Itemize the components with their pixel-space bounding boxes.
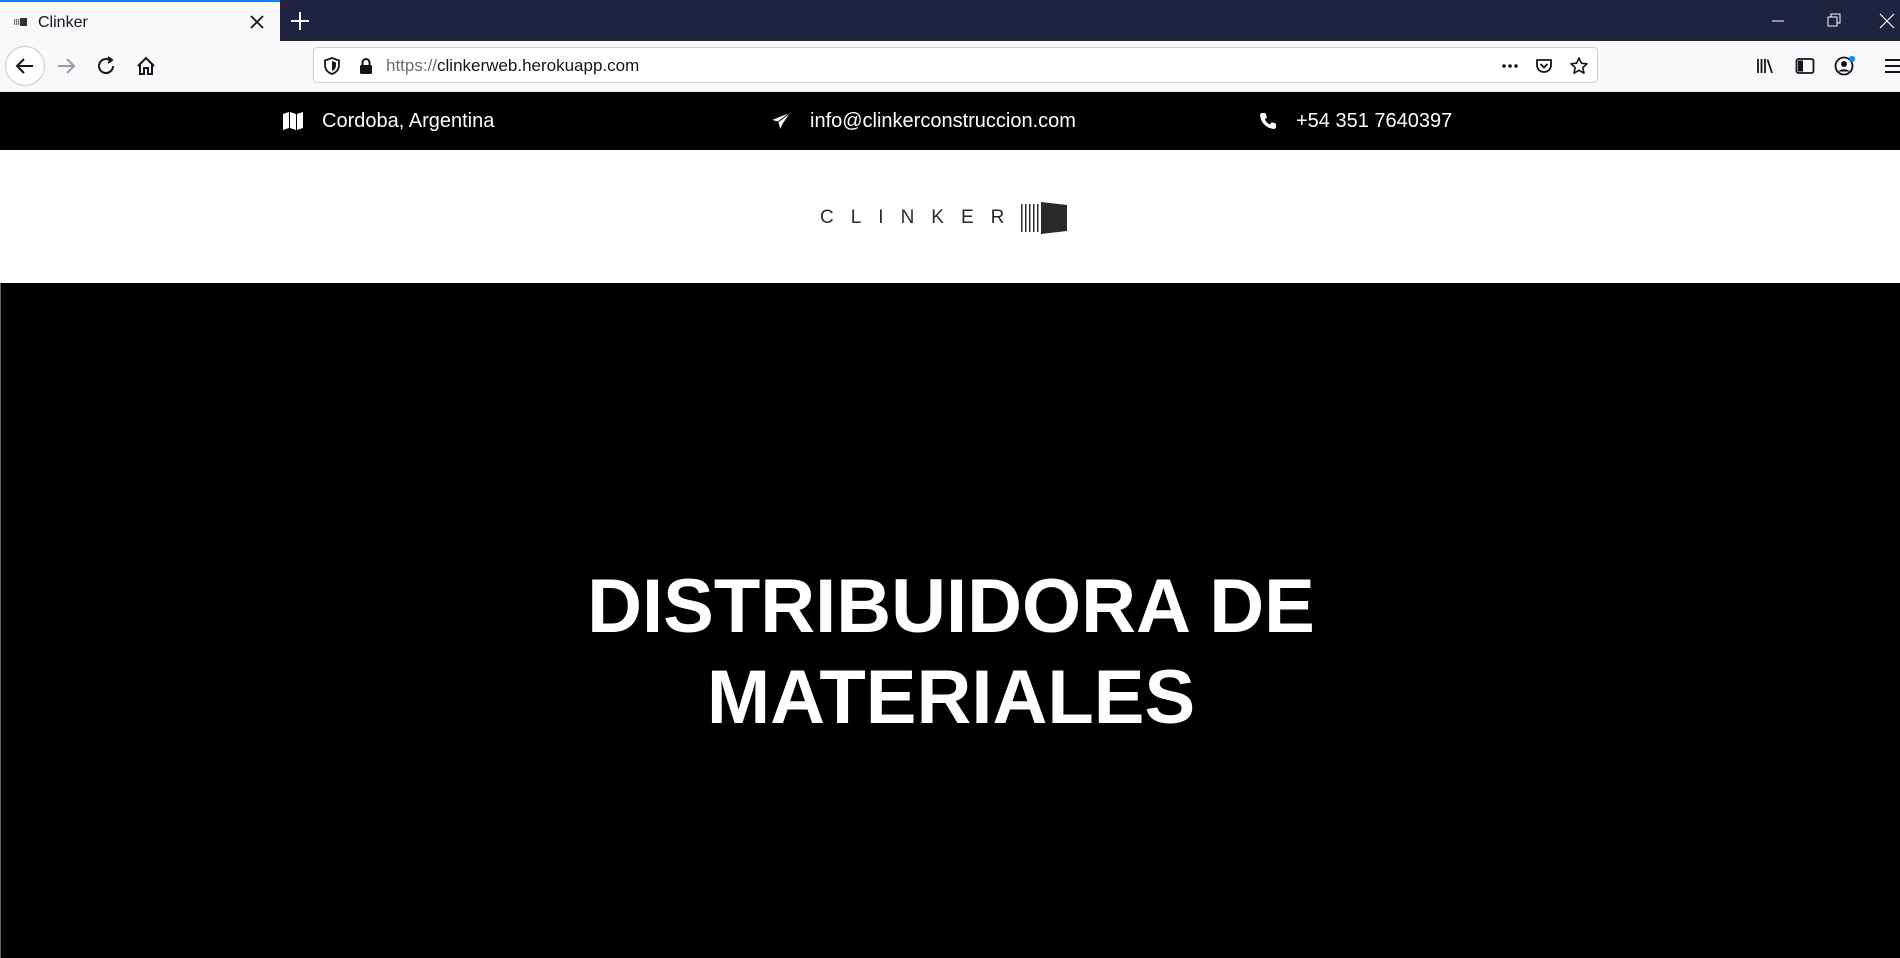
library-icon: [1757, 59, 1773, 74]
library-button[interactable]: [1748, 49, 1782, 83]
home-button[interactable]: [129, 49, 163, 83]
back-arrow-icon: [15, 58, 33, 74]
site-header: CLINKER: [0, 150, 1900, 283]
reload-button[interactable]: [89, 49, 123, 83]
location-text: Cordoba, Argentina: [322, 109, 495, 132]
account-button[interactable]: [1828, 49, 1862, 83]
nav-bar: https://clinkerweb.herokuapp.com: [0, 41, 1900, 92]
hero-title-line1: DISTRIBUIDORA DE: [587, 564, 1315, 649]
phone-link[interactable]: +54 351 7640397: [1296, 110, 1452, 133]
url-bar[interactable]: https://clinkerweb.herokuapp.com: [313, 47, 1598, 83]
lock-icon[interactable]: [356, 56, 376, 76]
tab-strip: Clinker: [0, 0, 1900, 41]
clinker-logo[interactable]: CLINKER: [820, 198, 1069, 238]
minimize-icon[interactable]: [1765, 8, 1791, 34]
location-info: Cordoba, Argentina: [282, 92, 494, 150]
star-icon[interactable]: [1569, 56, 1589, 76]
account-icon: [1834, 56, 1855, 76]
map-icon: [283, 112, 303, 130]
phone-info[interactable]: +54 351 7640397: [1258, 92, 1452, 150]
url-text[interactable]: https://clinkerweb.herokuapp.com: [386, 56, 639, 76]
email-link[interactable]: info@clinkerconstruccion.com: [810, 110, 1076, 133]
hero-title-line2: MATERIALES: [706, 655, 1196, 740]
url-scheme: https://: [386, 56, 438, 75]
close-window-icon[interactable]: [1874, 8, 1900, 34]
contact-info-bar: Cordoba, Argentina info@clinkerconstrucc…: [0, 92, 1900, 150]
sidebar-button[interactable]: [1788, 49, 1822, 83]
menu-icon: [1885, 59, 1900, 73]
email-info[interactable]: info@clinkerconstruccion.com: [770, 92, 1076, 150]
url-host: clinkerweb.herokuapp.com: [437, 56, 640, 75]
pocket-icon[interactable]: [1534, 56, 1554, 76]
tab-clinker[interactable]: Clinker: [0, 0, 280, 41]
tab-title: Clinker: [38, 14, 88, 31]
close-tab-icon[interactable]: [248, 13, 266, 31]
back-button[interactable]: [5, 46, 45, 86]
new-tab-icon[interactable]: [289, 10, 311, 32]
favicon-icon: [14, 18, 27, 26]
forward-button[interactable]: [49, 49, 83, 83]
logo-text: CLINKER: [820, 207, 1022, 228]
menu-button[interactable]: [1876, 49, 1900, 83]
logo-mark-icon: [1021, 202, 1068, 234]
paper-plane-icon: [770, 111, 792, 131]
more-dots-icon[interactable]: [1500, 56, 1520, 76]
home-icon: [137, 56, 155, 75]
shield-icon[interactable]: [322, 56, 342, 76]
sidebar-icon: [1795, 58, 1815, 74]
hero-section: DISTRIBUIDORA DE MATERIALES: [0, 283, 1900, 958]
reload-icon: [98, 56, 115, 75]
restore-icon[interactable]: [1821, 8, 1847, 34]
forward-arrow-icon: [58, 58, 76, 74]
hero-title: DISTRIBUIDORA DE MATERIALES: [1, 561, 1900, 743]
phone-icon: [1260, 113, 1276, 129]
